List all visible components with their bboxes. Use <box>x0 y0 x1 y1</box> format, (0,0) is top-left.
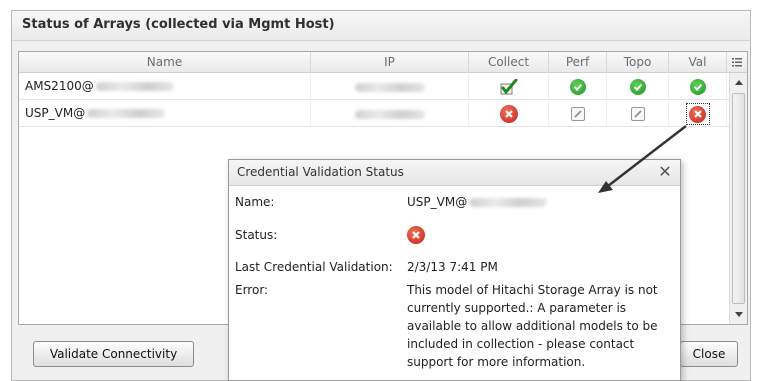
status-value <box>407 226 425 244</box>
redacted-text <box>87 109 166 118</box>
array-name: AMS2100@ <box>25 79 94 93</box>
edit-icon <box>630 107 645 121</box>
name-value: USP_VM@ <box>407 195 548 209</box>
grid-header: Name IP Collect Perf Topo Val <box>19 52 747 73</box>
name-label: Name: <box>235 195 275 209</box>
table-row[interactable]: USP_VM@ <box>19 101 729 127</box>
error-label: Error: <box>235 283 269 297</box>
val-cell[interactable] <box>669 74 727 100</box>
column-collect-header[interactable]: Collect <box>469 52 549 73</box>
val-focus-box[interactable] <box>685 103 710 125</box>
collect-cell[interactable] <box>469 74 549 100</box>
error-icon <box>499 105 518 123</box>
success-icon <box>569 79 586 95</box>
credential-validation-dialog: Credential Validation Status ✕ Name: USP… <box>228 159 681 381</box>
column-ip-header[interactable]: IP <box>311 52 469 73</box>
collect-cell[interactable] <box>469 101 549 127</box>
panel-title: Status of Arrays (collected via Mgmt Hos… <box>12 11 750 41</box>
ip-cell <box>311 74 469 100</box>
column-perf-header[interactable]: Perf <box>549 52 607 73</box>
validate-connectivity-button[interactable]: Validate Connectivity <box>33 341 194 367</box>
name-value-text: USP_VM@ <box>407 195 468 209</box>
scroll-thumb[interactable] <box>732 93 745 304</box>
redacted-text <box>469 198 548 207</box>
column-name-header[interactable]: Name <box>19 52 311 73</box>
array-name: USP_VM@ <box>25 106 86 120</box>
perf-cell[interactable] <box>549 74 607 100</box>
topo-cell[interactable] <box>607 101 669 127</box>
name-cell: AMS2100@ <box>19 74 311 100</box>
topo-cell[interactable] <box>607 74 669 100</box>
table-row[interactable]: AMS2100@ <box>19 74 729 100</box>
close-button[interactable]: Close <box>680 341 738 367</box>
error-message: This model of Hitachi Storage Array is n… <box>407 283 658 369</box>
success-icon <box>629 79 646 95</box>
ip-cell <box>311 101 469 127</box>
val-cell[interactable] <box>669 101 727 127</box>
edit-icon <box>570 107 585 121</box>
success-icon <box>689 79 706 95</box>
scroll-down-icon[interactable] <box>730 306 747 324</box>
name-cell: USP_VM@ <box>19 101 311 127</box>
perf-cell[interactable] <box>549 101 607 127</box>
redacted-text <box>95 82 174 91</box>
last-validation-label: Last Credential Validation: <box>235 260 393 274</box>
vertical-scrollbar[interactable] <box>729 73 747 324</box>
status-label: Status: <box>235 228 278 242</box>
scroll-up-icon[interactable] <box>730 73 747 91</box>
column-val-header[interactable]: Val <box>669 52 727 73</box>
dialog-title: Credential Validation Status <box>229 160 680 186</box>
redacted-ip <box>354 109 425 119</box>
error-icon <box>689 105 706 123</box>
last-validation-value: 2/3/13 7:41 PM <box>407 260 498 274</box>
dialog-close-icon[interactable]: ✕ <box>656 163 674 181</box>
column-topo-header[interactable]: Topo <box>607 52 669 73</box>
redacted-ip <box>354 82 425 92</box>
error-icon <box>407 226 425 244</box>
column-menu-icon[interactable] <box>727 52 747 73</box>
dialog-title-text: Credential Validation Status <box>237 165 404 179</box>
check-edit-icon[interactable] <box>500 79 518 95</box>
